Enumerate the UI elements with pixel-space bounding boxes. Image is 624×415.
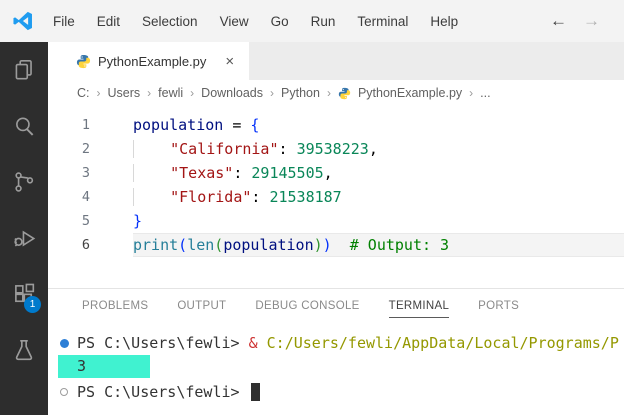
breadcrumb-item[interactable]: Users xyxy=(108,86,141,100)
forward-arrow-icon[interactable]: → xyxy=(583,11,600,31)
breadcrumb-item[interactable]: ... xyxy=(480,86,490,100)
code-content: "Texas": 29145505, xyxy=(133,161,624,185)
terminal-selection-highlight xyxy=(58,355,150,378)
panel-tab-bar: PROBLEMS OUTPUT DEBUG CONSOLE TERMINAL PORTS xyxy=(48,289,624,322)
python-file-icon xyxy=(338,87,351,99)
source-control-icon[interactable] xyxy=(0,154,48,210)
code-line[interactable]: 4 "Florida": 21538187 xyxy=(48,185,624,209)
menu-item-help[interactable]: Help xyxy=(419,9,469,34)
menu-item-run[interactable]: Run xyxy=(300,9,347,34)
menu-item-terminal[interactable]: Terminal xyxy=(346,9,419,34)
breadcrumb-separator: › xyxy=(190,86,195,100)
line-number: 3 xyxy=(81,165,90,181)
menu-item-selection[interactable]: Selection xyxy=(131,9,209,34)
panel-tab-debug-console[interactable]: DEBUG CONSOLE xyxy=(255,294,359,317)
line-number: 6 xyxy=(81,237,90,253)
breadcrumb-separator: › xyxy=(270,86,275,100)
breadcrumb-separator: › xyxy=(147,86,152,100)
search-icon[interactable] xyxy=(0,98,48,154)
code-content: population = { xyxy=(133,116,260,134)
line-number: 1 xyxy=(81,117,90,133)
breadcrumb-item[interactable]: PythonExample.py xyxy=(358,86,462,100)
breadcrumb-separator: › xyxy=(469,86,474,100)
menu-item-edit[interactable]: Edit xyxy=(86,9,131,34)
extensions-badge: 1 xyxy=(24,296,41,313)
run-and-debug-icon[interactable] xyxy=(0,210,48,266)
breadcrumb-separator: › xyxy=(96,86,101,100)
terminal-line: PS C:\Users\fewli> & C:/Users/fewli/AppD… xyxy=(60,332,624,355)
code-line[interactable]: 1 population = { xyxy=(48,113,624,137)
breadcrumb-item[interactable]: C: xyxy=(77,86,90,100)
menu-bar: File Edit Selection View Go Run Terminal Help xyxy=(42,9,469,34)
terminal-line: 3 xyxy=(58,355,624,378)
testing-icon[interactable] xyxy=(0,322,48,378)
line-number: 5 xyxy=(81,213,90,229)
panel-tab-output[interactable]: OUTPUT xyxy=(177,294,226,317)
line-number: 2 xyxy=(81,141,90,157)
menu-item-go[interactable]: Go xyxy=(260,9,300,34)
breadcrumb-item[interactable]: fewli xyxy=(158,86,183,100)
breadcrumb: C: › Users › fewli › Downloads › Python › PythonE… xyxy=(48,80,624,106)
code-content: } xyxy=(133,212,143,230)
code-line[interactable]: 6 print(len(population)) # Output: 3 xyxy=(48,233,624,257)
code-line[interactable]: 2 "California": 39538223, xyxy=(48,137,624,161)
bottom-panel: PROBLEMS OUTPUT DEBUG CONSOLE TERMINAL PORTS… xyxy=(48,288,624,415)
breadcrumb-separator: › xyxy=(326,86,331,100)
terminal[interactable]: PS C:\Users\fewli> & C:/Users/fewli/AppD… xyxy=(48,332,624,404)
back-arrow-icon[interactable]: ← xyxy=(550,11,567,31)
breadcrumb-item[interactable]: Downloads xyxy=(201,86,263,100)
vscode-logo xyxy=(13,11,32,31)
panel-tab-problems[interactable]: PROBLEMS xyxy=(82,294,148,317)
code-content: "Florida": 21538187 xyxy=(133,185,624,209)
command-decoration-icon[interactable] xyxy=(60,388,68,396)
code-content: print(len(population)) # Output: 3 xyxy=(133,233,624,257)
title-bar: File Edit Selection View Go Run Terminal Help ←… xyxy=(0,0,624,42)
activity-bar: 1 xyxy=(0,42,48,415)
breadcrumb-item[interactable]: Python xyxy=(281,86,320,100)
python-file-icon xyxy=(76,54,91,68)
code-editor[interactable]: 1 population = { 2 "California": 39538223,… xyxy=(48,106,624,288)
code-line[interactable]: 5} xyxy=(48,209,624,233)
tab-pythonexample[interactable]: PythonExample.py × xyxy=(48,42,250,80)
code-content: "California": 39538223, xyxy=(133,137,624,161)
extensions-icon[interactable]: 1 xyxy=(0,266,48,322)
panel-tab-ports[interactable]: PORTS xyxy=(478,294,519,317)
menu-item-view[interactable]: View xyxy=(209,9,260,34)
command-decoration-icon[interactable] xyxy=(60,339,69,348)
terminal-line: PS C:\Users\fewli> xyxy=(60,381,624,404)
tab-strip: PythonExample.py × xyxy=(48,42,624,80)
history-nav: ← → xyxy=(550,11,600,31)
menu-item-file[interactable]: File xyxy=(42,9,86,34)
line-number: 4 xyxy=(81,189,90,205)
tab-close-icon[interactable]: × xyxy=(222,53,237,70)
code-line[interactable]: 3 "Texas": 29145505, xyxy=(48,161,624,185)
panel-tab-terminal[interactable]: TERMINAL xyxy=(388,294,450,318)
tab-label: PythonExample.py xyxy=(98,53,207,69)
explorer-icon[interactable] xyxy=(0,42,48,98)
terminal-cursor xyxy=(250,383,260,401)
